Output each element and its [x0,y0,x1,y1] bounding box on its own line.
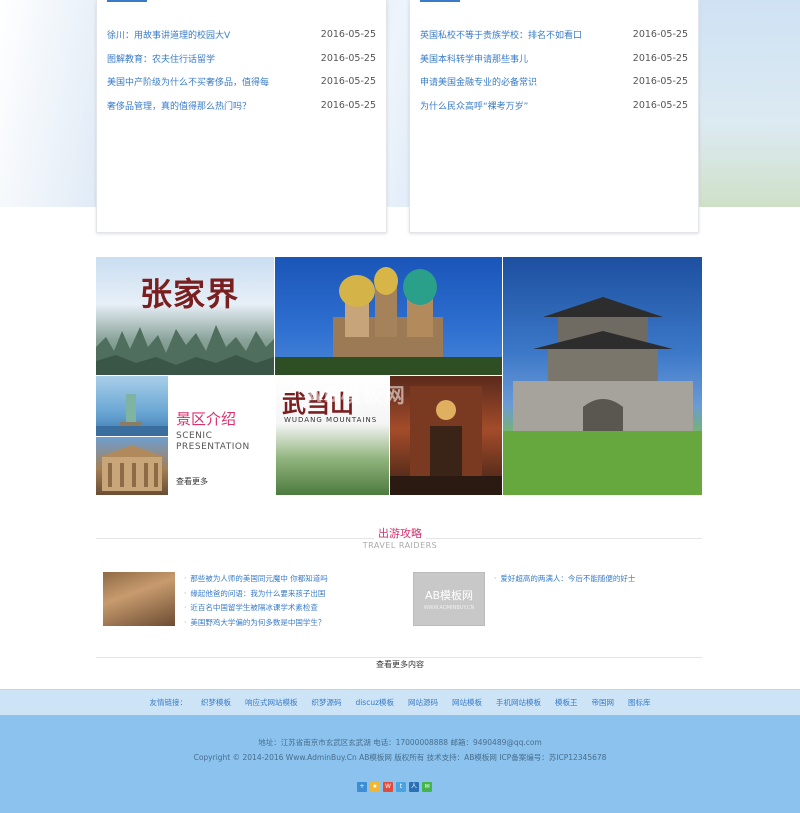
news-item-date: 2016-05-25 [632,52,688,64]
news-item-date: 2016-05-25 [632,99,688,111]
gate-tower-graphic [503,297,702,495]
share-icons: + ★ W t 人 ✉ [357,782,432,792]
statue-of-liberty-image[interactable] [96,376,168,436]
weibo-icon[interactable]: W [383,782,393,792]
scenic-more-link[interactable]: 查看更多 [176,476,208,487]
scenic-title-en: SCENIC PRESENTATION [176,431,250,453]
travel-item[interactable]: 美国野鸡大学偏的为何多数是中国学生？ [184,616,328,631]
plus-icon[interactable]: + [357,782,367,792]
zhangjiajie-image[interactable]: 张家界 [96,257,274,375]
tencent-weibo-icon[interactable]: t [396,782,406,792]
news-item-title[interactable]: 图解教育：农夫住行话留学 [107,52,215,65]
friend-link[interactable]: 织梦源码 [311,697,341,708]
news-item-date: 2016-05-25 [632,29,688,41]
news-list-left: 徐川：用故事讲道理的校园大V 2016-05-25 图解教育：农夫住行话留学 201… [107,23,376,117]
travel-title-cn: 出游攻略 [374,525,426,541]
more-content-wrap: 查看更多内容 [0,652,800,671]
news-item-date: 2016-05-25 [320,29,376,41]
friend-link[interactable]: 织梦模板 [201,697,231,708]
news-panel-right: 英国私校不等于贵族学校：排名不如看口 2016-05-25 美国本科转学申请那些事… [409,0,699,233]
scenic-presentation-card[interactable]: 景区介绍 SCENIC PRESENTATION 查看更多 [169,376,275,495]
travel-thumbnail-cliff[interactable] [103,572,175,626]
more-content-link[interactable]: 查看更多内容 [370,660,430,669]
news-item-date: 2016-05-25 [320,76,376,88]
news-item[interactable]: 申请美国金融专业的必备常识 2016-05-25 [420,70,688,94]
mountain-peaks-graphic [96,325,274,375]
news-item[interactable]: 英国私校不等于贵族学校：排名不如看口 2016-05-25 [420,23,688,47]
news-item-date: 2016-05-25 [320,99,376,111]
site-footer: 地址：江苏省南京市玄武区玄武湖 电话：17000008888 邮箱：949048… [0,715,800,813]
placeholder-logo-sub: WWW.ADMINBUY.CN [423,605,475,611]
travel-title-en: TRAVEL RAIDERS [362,541,438,550]
friend-link[interactable]: 帝国网 [592,697,615,708]
footer-contact: 地址：江苏省南京市玄武区玄武湖 电话：17000008888 邮箱：949048… [258,738,542,747]
museum-graphic [100,445,164,491]
travel-item[interactable]: 那些被为人师的美国同元魔中 你都知道吗 [184,572,327,587]
travel-list-left: 那些被为人师的美国同元魔中 你都知道吗 缘起他爸的问语：我为什么要来孩子出国 近… [184,572,328,631]
news-item-title[interactable]: 徐川：用故事讲道理的校园大V [107,28,230,41]
church-domes-image[interactable] [275,257,502,375]
wudangshan-subtitle: WUDANG MOUNTAINS [284,416,378,424]
friend-link[interactable]: 模板王 [555,697,578,708]
panel-title-underline [420,0,460,2]
scenic-title-cn: 景区介绍 [176,410,237,428]
wudangshan-image[interactable]: 武当山 WUDANG MOUNTAINS [276,376,389,495]
museum-building-image[interactable] [96,437,168,495]
news-item[interactable]: 为什么民众高呼“裸考万岁” 2016-05-25 [420,94,688,118]
travel-item[interactable]: 缘起他爸的问语：我为什么要来孩子出国 [184,587,328,602]
friend-link[interactable]: 网站源码 [408,697,438,708]
zhangjiajie-title: 张家界 [140,275,240,313]
friend-link[interactable]: 网站模板 [452,697,482,708]
panel-title-underline [107,0,147,2]
footer-copyright: Copyright © 2014-2016 Www.AdminBuy.Cn AB… [193,753,607,762]
wudangshan-title: 武当山 [282,389,354,418]
news-item-date: 2016-05-25 [320,52,376,64]
friend-link[interactable]: 响应式网站模板 [245,697,298,708]
news-item-title[interactable]: 申请美国金融专业的必备常识 [420,75,537,88]
news-item[interactable]: 美国本科转学申请那些事儿 2016-05-25 [420,47,688,71]
church-graphic [275,267,502,375]
travel-item[interactable]: 爱好超高的两满人：今后不能随便的好士 [494,572,635,587]
news-item-title[interactable]: 为什么民众高呼“裸考万岁” [420,99,528,112]
scenic-en-line1: SCENIC [176,431,213,441]
news-panel-left: 徐川：用故事讲道理的校园大V 2016-05-25 图解教育：农夫住行话留学 201… [96,0,387,233]
friend-links-bar: 友情链接： 织梦模板 响应式网站模板 织梦源码 discuz模板 网站源码 网站… [0,689,800,715]
friend-link[interactable]: discuz模板 [355,697,394,708]
news-item-title[interactable]: 美国本科转学申请那些事儿 [420,52,528,65]
placeholder-logo-text: AB模板网 [424,589,474,602]
statue-graphic [96,394,168,436]
travel-item[interactable]: 近百名中国留学生被隔冰课学术素检查 [184,601,328,616]
news-item-title[interactable]: 英国私校不等于贵族学校：排名不如看口 [420,28,582,41]
scenic-en-line2: PRESENTATION [176,442,250,452]
friend-link[interactable]: 图标库 [628,697,651,708]
wechat-icon[interactable]: ✉ [422,782,432,792]
travel-list-right: 爱好超高的两满人：今后不能随便的好士 [494,572,635,587]
travel-thumbnail-placeholder[interactable]: AB模板网 WWW.ADMINBUY.CN [413,572,485,626]
news-item-date: 2016-05-25 [632,76,688,88]
scenic-gallery: 张家界 景区介绍 SCENIC PRESENTATION 查看更多 武当山 WU… [96,257,702,495]
news-item-title[interactable]: 奢侈品管理，真的值得那么热门吗？ [107,99,251,112]
temple-graphic [390,386,502,495]
news-item[interactable]: 美国中产阶级为什么不买奢侈品，值得每 2016-05-25 [107,70,376,94]
friend-link[interactable]: 手机网站模板 [496,697,541,708]
friend-links-label: 友情链接： [149,698,187,707]
temple-interior-image[interactable] [390,376,502,495]
news-item[interactable]: 徐川：用故事讲道理的校园大V 2016-05-25 [107,23,376,47]
qzone-icon[interactable]: ★ [370,782,380,792]
news-item[interactable]: 奢侈品管理，真的值得那么热门吗？ 2016-05-25 [107,94,376,118]
news-list-right: 英国私校不等于贵族学校：排名不如看口 2016-05-25 美国本科转学申请那些事… [420,23,688,117]
travel-section-title: 出游攻略 TRAVEL RAIDERS [0,522,800,550]
news-item[interactable]: 图解教育：农夫住行话留学 2016-05-25 [107,47,376,71]
zhengyangmen-gate-image[interactable] [503,257,702,495]
news-item-title[interactable]: 美国中产阶级为什么不买奢侈品，值得每 [107,75,269,88]
renren-icon[interactable]: 人 [409,782,419,792]
